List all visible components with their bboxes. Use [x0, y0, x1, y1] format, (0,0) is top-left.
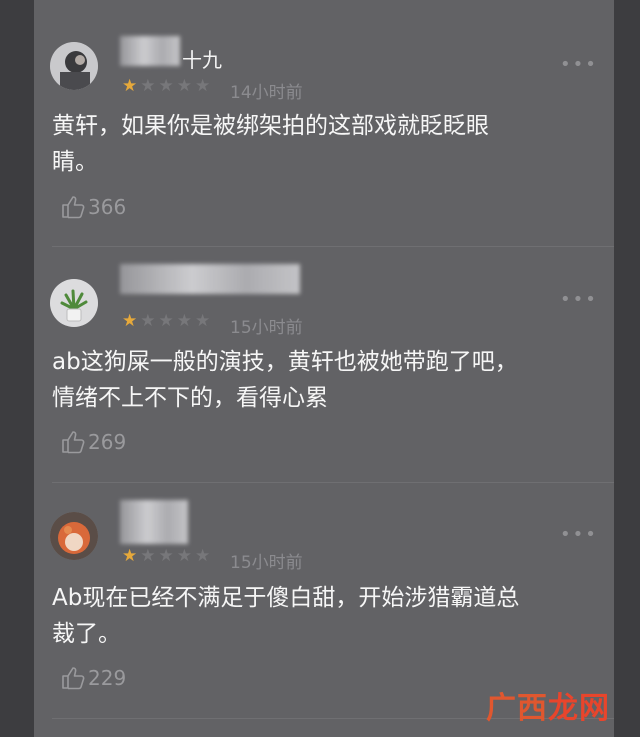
site-watermark: 广西龙网	[486, 683, 610, 727]
comment-text: ab这狗屎一般的演技，黄轩也被她带跑了吧， 情绪不上不下的，看得心累	[52, 344, 592, 416]
star-icon: ★	[158, 311, 174, 331]
divider	[52, 482, 614, 483]
comment-text: Ab现在已经不满足于傻白甜，开始涉猎霸道总 裁了。	[52, 580, 592, 652]
star-icon: ★	[176, 311, 192, 331]
avatar[interactable]	[50, 42, 98, 90]
comment-text-line: ab这狗屎一般的演技，黄轩也被她带跑了吧，	[52, 349, 518, 375]
rating-stars: ★ ★ ★ ★ ★	[122, 313, 210, 330]
star-icon: ★	[122, 546, 138, 566]
username-blur	[120, 264, 300, 294]
star-icon: ★	[140, 546, 156, 566]
timestamp: 15小时前	[230, 553, 303, 573]
username-blur	[120, 500, 188, 544]
like-button[interactable]: 269	[60, 429, 126, 455]
star-icon: ★	[158, 76, 174, 96]
thumbs-up-icon	[62, 196, 85, 219]
star-icon: ★	[176, 546, 192, 566]
star-icon: ★	[122, 76, 138, 96]
watermark-part: 龙网	[548, 691, 610, 726]
rating-stars: ★ ★ ★ ★ ★	[122, 78, 210, 95]
like-button[interactable]: 366	[60, 194, 126, 220]
comment-text-line: Ab现在已经不满足于傻白甜，开始涉猎霸道总	[52, 585, 520, 611]
avatar[interactable]	[50, 279, 98, 327]
star-icon: ★	[158, 546, 174, 566]
star-icon: ★	[140, 76, 156, 96]
screenshot-page: 十九 ★ ★ ★ ★ ★ 14小时前 ••• 黄轩，如果你是被绑架拍的这部戏就眨…	[0, 0, 640, 737]
thumbs-up-icon	[62, 431, 85, 454]
like-count: 229	[88, 666, 127, 690]
watermark-part: 广西	[486, 691, 548, 726]
star-icon: ★	[195, 546, 211, 566]
username-blur	[120, 36, 180, 66]
comment-text-line: 裁了。	[52, 621, 121, 647]
star-icon: ★	[122, 311, 138, 331]
star-icon: ★	[140, 311, 156, 331]
star-icon: ★	[195, 76, 211, 96]
comment-text-line: 睛。	[52, 149, 98, 175]
star-icon: ★	[176, 76, 192, 96]
timestamp: 15小时前	[230, 318, 303, 338]
more-options-icon[interactable]: •••	[560, 54, 598, 75]
timestamp: 14小时前	[230, 83, 303, 103]
username[interactable]: 十九	[182, 44, 222, 73]
like-count: 366	[88, 195, 127, 219]
like-button[interactable]: 229	[60, 665, 126, 691]
avatar[interactable]	[50, 512, 98, 560]
more-options-icon[interactable]: •••	[560, 289, 598, 310]
rating-stars: ★ ★ ★ ★ ★	[122, 548, 210, 565]
thumbs-up-icon	[62, 667, 85, 690]
comment-text-line: 情绪不上不下的，看得心累	[52, 385, 328, 411]
comment-text-line: 黄轩，如果你是被绑架拍的这部戏就眨眨眼	[52, 113, 489, 139]
star-icon: ★	[195, 311, 211, 331]
comment-panel: 十九 ★ ★ ★ ★ ★ 14小时前 ••• 黄轩，如果你是被绑架拍的这部戏就眨…	[34, 0, 614, 737]
like-count: 269	[88, 430, 127, 454]
divider	[52, 246, 614, 247]
comment-text: 黄轩，如果你是被绑架拍的这部戏就眨眨眼 睛。	[52, 108, 592, 180]
more-options-icon[interactable]: •••	[560, 524, 598, 545]
